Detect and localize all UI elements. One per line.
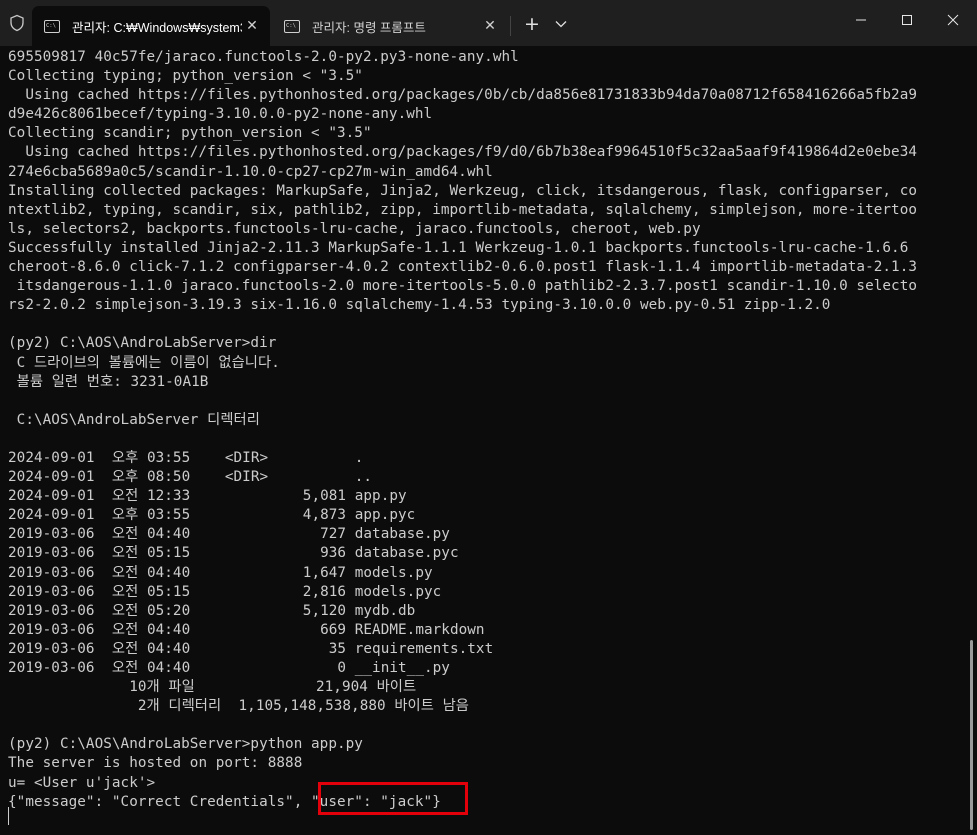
terminal-line: 볼륨 일련 번호: 3231-0A1B	[8, 373, 209, 390]
terminal-line: ntextlib2, typing, scandir, six, pathlib…	[8, 201, 918, 218]
scrollbar[interactable]	[970, 640, 973, 830]
terminal-line: Successfully installed Jinja2-2.11.3 Mar…	[8, 239, 909, 256]
terminal-line: 2019-03-06 오전 04:40 0 __init__.py	[8, 660, 450, 676]
terminal-line: 2019-03-06 오전 05:15 936 database.pyc	[8, 545, 459, 562]
terminal-line: Collecting scandir; python_version < "3.…	[8, 125, 372, 142]
terminal-line: C 드라이브의 볼륨에는 이름이 없습니다.	[8, 354, 280, 371]
new-tab-button[interactable]: +	[519, 13, 545, 35]
terminal-line: 2019-03-06 오전 04:40 727 database.py	[8, 526, 450, 543]
terminal-line: (py2) C:\AOS\AndroLabServer>python app.p…	[8, 736, 363, 753]
terminal-line: 274e6cba5689a0c5/scandir-1.10.0-cp27-cp2…	[8, 163, 493, 180]
terminal-line: ls, selectors2, backports.functools-lru-…	[8, 220, 701, 237]
chevron-down-icon[interactable]	[550, 13, 572, 35]
tab-separator	[510, 16, 511, 36]
cmd-icon	[44, 19, 60, 33]
shield-icon	[8, 14, 26, 32]
terminal-line: d9e426c8061becef/typing-3.10.0.0-py2-non…	[8, 106, 433, 123]
terminal-line: {"message": "Correct Credentials", "user…	[8, 793, 441, 810]
close-icon[interactable]: ✕	[480, 16, 500, 36]
terminal-line: 695509817 40c57fe/jaraco.functools-2.0-p…	[8, 49, 519, 65]
minimize-button[interactable]	[838, 0, 884, 40]
terminal-line: Installing collected packages: MarkupSaf…	[8, 182, 918, 199]
terminal-line: 2019-03-06 오전 04:40 35 requirements.txt	[8, 640, 494, 657]
tab-admin-system32[interactable]: 관리자: C:₩Windows₩system3 ✕	[32, 6, 270, 46]
tab-admin-command-prompt[interactable]: 관리자: 명령 프롬프트 ✕	[272, 6, 508, 46]
terminal-line: 10개 파일 21,904 바이트	[8, 679, 417, 696]
tab-title: 관리자: 명령 프롬프트	[312, 20, 426, 35]
text-cursor	[8, 807, 9, 825]
cmd-icon	[284, 19, 300, 33]
terminal-line: 2개 디렉터리 1,105,148,538,880 바이트 남음	[8, 698, 470, 715]
terminal-line: 2024-09-01 오전 12:33 5,081 app.py	[8, 488, 407, 505]
terminal-line: 2019-03-06 오전 04:40 669 README.markdown	[8, 621, 485, 638]
terminal-line: (py2) C:\AOS\AndroLabServer>dir	[8, 335, 277, 352]
highlight-box	[318, 782, 468, 815]
maximize-button[interactable]	[884, 0, 930, 40]
terminal-line: 2019-03-06 오전 05:15 2,816 models.pyc	[8, 583, 442, 600]
terminal-line: 2024-09-01 오후 08:50 <DIR> ..	[8, 469, 373, 486]
terminal-line: Using cached https://files.pythonhosted.…	[8, 87, 918, 104]
terminal-line: The server is hosted on port: 8888	[8, 755, 303, 772]
terminal-line: Using cached https://files.pythonhosted.…	[8, 144, 918, 161]
terminal-line: cheroot-8.6.0 click-7.1.2 configparser-4…	[8, 259, 918, 276]
terminal-line: itsdangerous-1.1.0 jaraco.functools-2.0 …	[8, 278, 918, 295]
terminal-line: 2019-03-06 오전 04:40 1,647 models.py	[8, 564, 433, 581]
tab-title: 관리자: C:₩Windows₩system3	[72, 20, 242, 35]
terminal-line: 2019-03-06 오전 05:20 5,120 mydb.db	[8, 602, 416, 619]
close-icon[interactable]: ✕	[242, 16, 262, 36]
terminal-line: rs2-2.0.2 simplejson-3.19.3 six-1.16.0 s…	[8, 297, 831, 314]
terminal-line: C:\AOS\AndroLabServer 디렉터리	[8, 411, 260, 428]
terminal-line: u= <User u'jack'>	[8, 774, 156, 791]
terminal-line: Collecting typing; python_version < "3.5…	[8, 68, 363, 85]
terminal-output[interactable]: 695509817 40c57fe/jaraco.functools-2.0-p…	[8, 48, 958, 835]
close-window-button[interactable]	[930, 0, 976, 40]
terminal-line: 2024-09-01 오후 03:55 4,873 app.pyc	[8, 507, 416, 524]
terminal-line: 2024-09-01 오후 03:55 <DIR> .	[8, 449, 364, 466]
title-bar: 관리자: C:₩Windows₩system3 ✕ 관리자: 명령 프롬프트 ✕…	[0, 0, 977, 46]
